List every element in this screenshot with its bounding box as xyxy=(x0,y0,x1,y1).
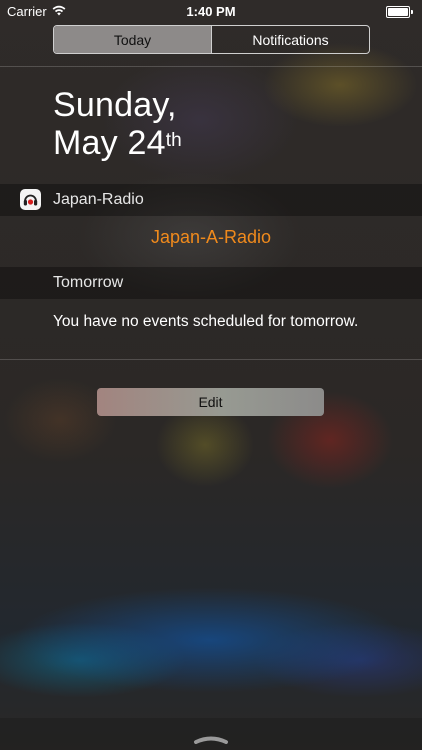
battery-icon xyxy=(386,6,413,18)
japan-radio-widget-title: Japan-Radio xyxy=(53,191,144,208)
japan-radio-widget-header[interactable]: Japan-Radio xyxy=(0,184,422,216)
top-divider xyxy=(0,66,422,67)
battery-fill xyxy=(388,8,408,16)
status-time: 1:40 PM xyxy=(186,4,236,19)
view-segmented-control: Today Notifications xyxy=(53,25,370,54)
tomorrow-events-message: You have no events scheduled for tomorro… xyxy=(53,313,359,330)
tab-today[interactable]: Today xyxy=(54,26,211,53)
tomorrow-widget-title: Tomorrow xyxy=(53,274,124,291)
battery-nub xyxy=(411,10,413,14)
tab-notifications[interactable]: Notifications xyxy=(211,26,369,53)
date-weekday: Sunday, xyxy=(53,86,177,124)
bottom-grabber-bar[interactable] xyxy=(0,718,422,750)
widgets-bottom-divider xyxy=(0,359,422,360)
date-ordinal: th xyxy=(165,130,182,151)
tomorrow-widget-header[interactable]: Tomorrow xyxy=(0,267,422,299)
edit-button[interactable]: Edit xyxy=(97,388,324,416)
today-date: Sunday, May 24th xyxy=(53,86,182,162)
status-bar: Carrier 1:40 PM xyxy=(0,0,422,22)
date-month-day-line: May 24th xyxy=(53,124,182,162)
notification-center: Carrier 1:40 PM Today Notifications Sund… xyxy=(0,0,422,750)
date-month-day: May 24 xyxy=(53,124,166,162)
japan-a-radio-link[interactable]: Japan-A-Radio xyxy=(0,227,422,248)
chevron-grabber-icon[interactable] xyxy=(193,731,229,744)
japan-radio-app-icon xyxy=(20,189,41,210)
